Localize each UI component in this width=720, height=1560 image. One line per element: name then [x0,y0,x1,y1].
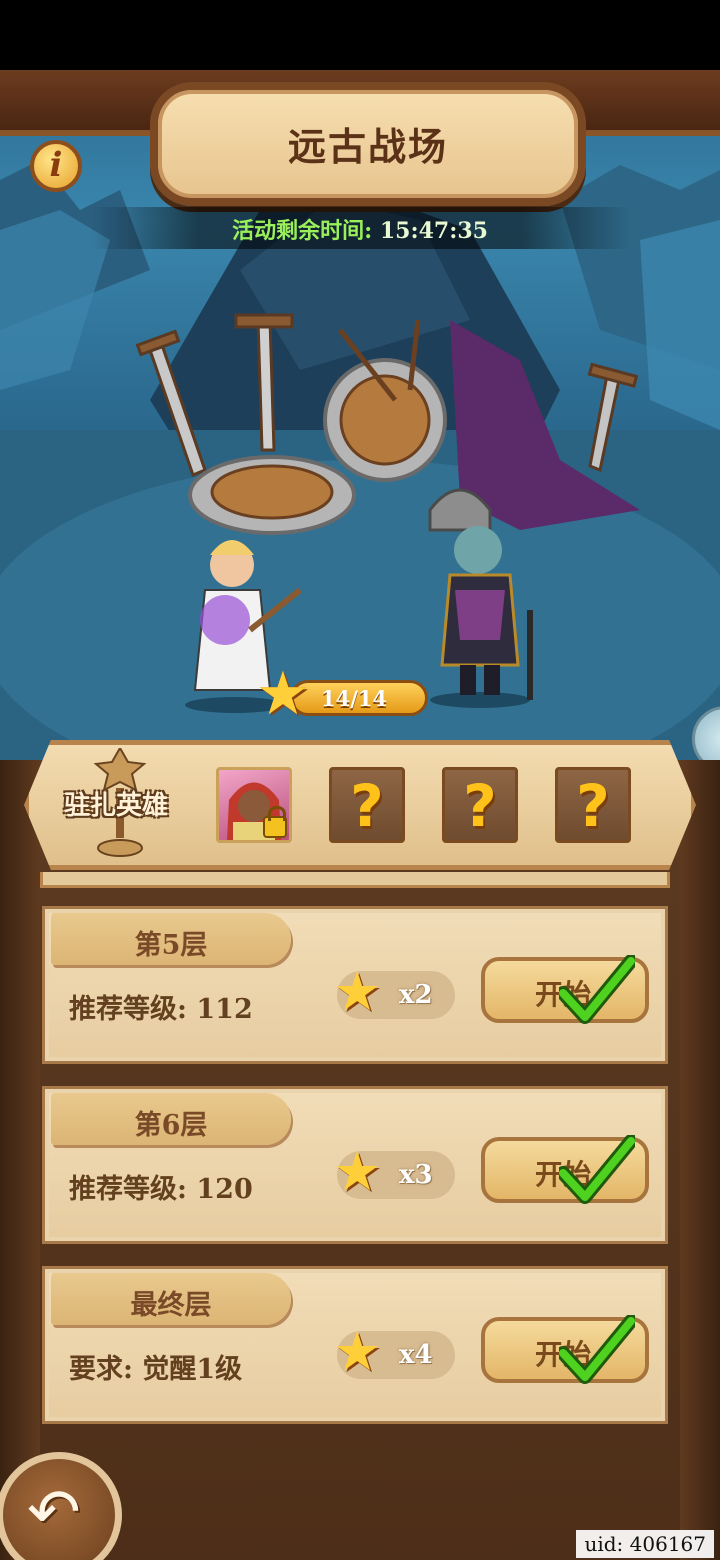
hero-slot-2[interactable]: ? [329,767,405,843]
back-arrow-icon: ↶ [27,1476,81,1550]
floor-card-5: 第5层 推荐等级: 112 ★ x2 开始 [42,906,668,1064]
floor-requirement: 要求: 觉醒1级 [69,1354,243,1385]
floor-tag: 第5层 [51,913,291,965]
start-button[interactable]: 开始 [481,955,649,1024]
star-icon: ★ [333,1320,382,1383]
star-progress-text: 14/14 [321,686,388,711]
right-wood-post [680,760,720,1560]
star-icon: ★ [333,1140,382,1203]
timer-label: 活动剩余时间: [232,218,380,244]
info-icon[interactable]: i [30,140,82,192]
floor-star-reward: ★ x2 [333,965,455,1019]
page-title: 远古战场 [287,124,448,169]
hero-slot-4[interactable]: ? [555,767,631,843]
left-wood-post [0,760,40,1560]
checkmark-icon [559,1135,635,1204]
hero-strip-ledge [40,872,670,888]
title-plaque: 远古战场 [150,82,586,206]
floor-star-reward: ★ x4 [333,1325,455,1379]
floor-requirement: 推荐等级: 120 [69,1174,253,1205]
screen: 远古战场 i 活动剩余时间: 15:47:35 14/14 ★ 驻扎英雄 ? ? [0,0,720,1560]
hero-slot-3[interactable]: ? [442,767,518,843]
star-progress-bar: 14/14 [290,680,428,716]
lock-icon [263,806,287,838]
question-mark-icon: ? [350,772,384,840]
event-timer: 活动剩余时间: 15:47:35 [90,207,630,249]
floor-star-reward: ★ x3 [333,1145,455,1199]
hero-slot-1[interactable] [216,767,292,843]
star-count: x2 [399,980,433,1010]
uid-label: uid: 406167 [576,1530,714,1558]
floor-name: 最终层 [130,1290,212,1321]
floor-requirement: 推荐等级: 112 [69,994,253,1025]
star-icon: ★ [256,659,310,729]
floor-tag: 最终层 [51,1273,291,1325]
floor-card-final: 最终层 要求: 觉醒1级 ★ x4 开始 [42,1266,668,1424]
star-icon: ★ [333,960,382,1023]
floor-name: 第5层 [134,930,208,961]
question-mark-icon: ? [463,772,497,840]
timer-value: 15:47:35 [379,218,488,244]
start-button[interactable]: 开始 [481,1135,649,1204]
garrison-hero-label: 驻扎英雄 [64,791,169,821]
question-mark-icon: ? [576,772,610,840]
star-count: x3 [399,1160,433,1190]
checkmark-icon [559,955,635,1024]
checkmark-icon [559,1315,635,1384]
star-count: x4 [399,1340,433,1370]
floor-name: 第6层 [134,1110,208,1141]
floor-card-6: 第6层 推荐等级: 120 ★ x3 开始 [42,1086,668,1244]
start-button[interactable]: 开始 [481,1315,649,1384]
floor-tag: 第6层 [51,1093,291,1145]
